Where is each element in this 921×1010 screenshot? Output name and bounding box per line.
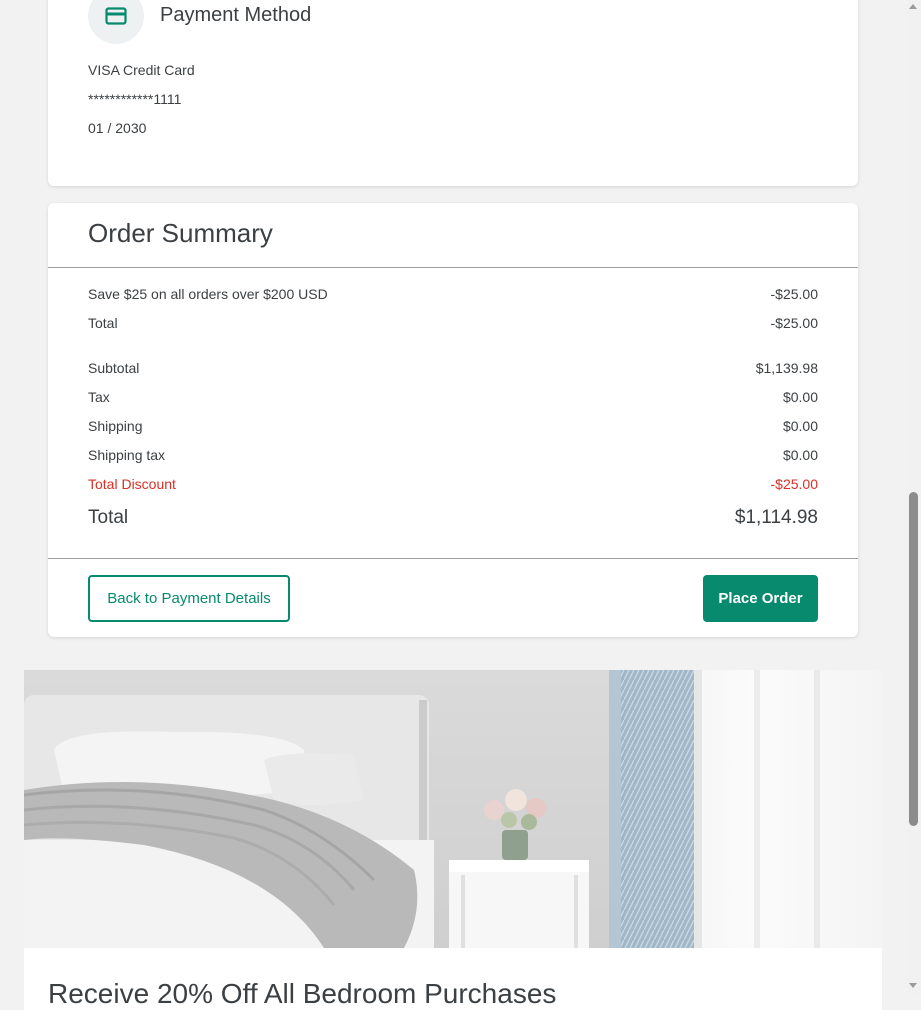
shipping-row: Shipping $0.00 — [88, 418, 818, 434]
back-to-payment-button[interactable]: Back to Payment Details — [88, 575, 290, 622]
shipping-tax-row: Shipping tax $0.00 — [88, 447, 818, 463]
total-discount-label: Total Discount — [88, 476, 176, 492]
promo-row: Save $25 on all orders over $200 USD -$2… — [88, 286, 818, 302]
payment-icon-circle — [88, 0, 144, 44]
promo-title[interactable]: Receive 20% Off All Bedroom Purchases — [48, 978, 556, 1010]
subtotal-value: $1,139.98 — [755, 360, 818, 376]
tax-value: $0.00 — [782, 389, 818, 405]
scroll-down-arrow-icon[interactable] — [909, 983, 917, 988]
total-discount-value: -$25.00 — [770, 476, 818, 492]
tax-row: Tax $0.00 — [88, 389, 818, 405]
promo-total-value: -$25.00 — [770, 315, 818, 331]
summary-footer-divider — [48, 558, 858, 559]
promo-total-label: Total — [88, 315, 118, 331]
card-number: ************1111 — [88, 91, 182, 107]
subtotal-row: Subtotal $1,139.98 — [88, 360, 818, 376]
shipping-label: Shipping — [88, 418, 143, 434]
grand-total-row: Total $1,114.98 — [88, 507, 818, 529]
summary-header-divider — [48, 267, 858, 268]
payment-method-title: Payment Method — [160, 4, 312, 26]
card-expiry: 01 / 2030 — [88, 120, 147, 136]
credit-card-icon — [105, 7, 127, 25]
shipping-tax-value: $0.00 — [782, 447, 818, 463]
order-summary-card: Order Summary Save $25 on all orders ove… — [48, 203, 858, 637]
payment-method-card: Payment Method VISA Credit Card ********… — [48, 0, 858, 186]
place-order-button[interactable]: Place Order — [703, 575, 818, 622]
promo-card[interactable]: Receive 20% Off All Bedroom Purchases — [24, 670, 882, 1010]
scrollbar-thumb[interactable] — [909, 492, 918, 826]
page-scrollbar[interactable] — [906, 0, 921, 994]
card-type: VISA Credit Card — [88, 62, 195, 78]
order-summary-title: Order Summary — [88, 218, 273, 248]
total-discount-row: Total Discount -$25.00 — [88, 476, 818, 492]
tax-label: Tax — [88, 389, 110, 405]
scroll-up-arrow-icon[interactable] — [909, 4, 917, 9]
bedroom-image — [24, 670, 882, 948]
promo-total-row: Total -$25.00 — [88, 315, 818, 331]
promo-label: Save $25 on all orders over $200 USD — [88, 286, 328, 302]
promo-value: -$25.00 — [770, 286, 818, 302]
grand-total-value: $1,114.98 — [734, 507, 818, 528]
subtotal-label: Subtotal — [88, 360, 140, 376]
grand-total-label: Total — [88, 507, 129, 528]
shipping-tax-label: Shipping tax — [88, 447, 166, 463]
shipping-value: $0.00 — [782, 418, 818, 434]
